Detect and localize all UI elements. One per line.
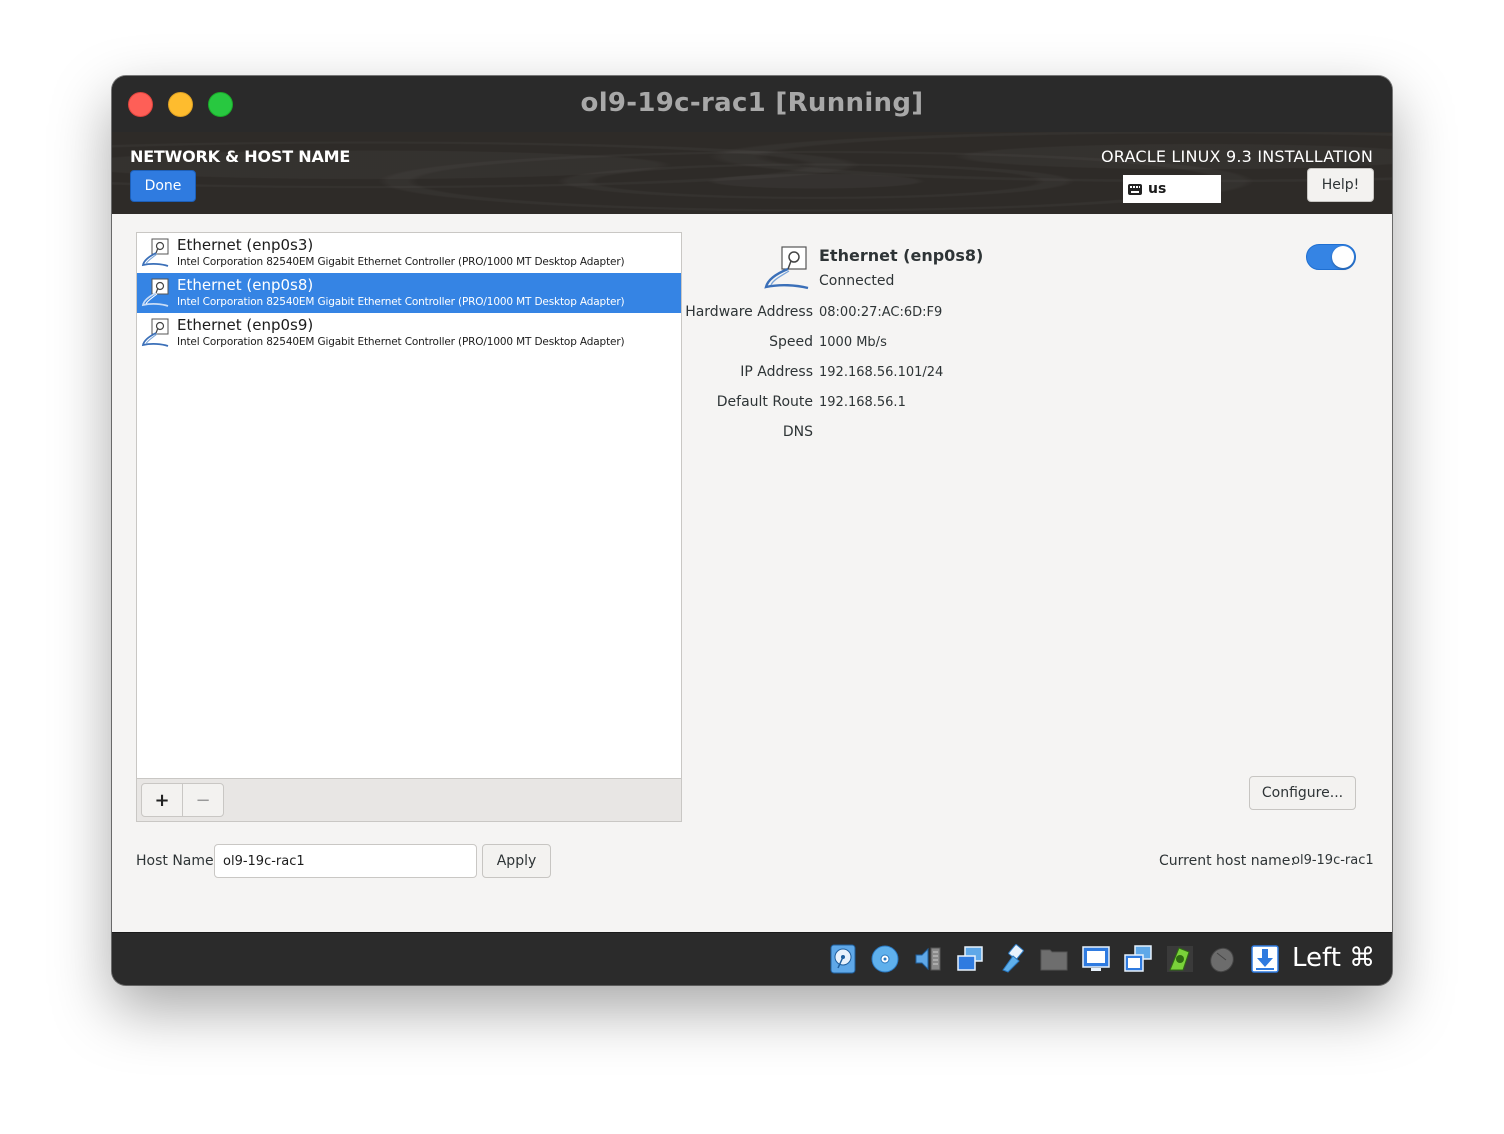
host-key-label: Left ⌘ bbox=[1292, 943, 1376, 973]
ethernet-icon bbox=[141, 238, 169, 267]
ethernet-icon bbox=[141, 278, 169, 307]
current-host-name-label: Current host name: bbox=[1159, 853, 1296, 869]
host-name-label: Host Name: bbox=[136, 853, 219, 869]
screen-capture-icon[interactable] bbox=[1123, 944, 1153, 974]
keyboard-layout-indicator[interactable]: us bbox=[1123, 175, 1221, 203]
current-host-name-value: ol9-19c-rac1 bbox=[1292, 853, 1374, 868]
ip-address-value: 192.168.56.101/24 bbox=[819, 365, 944, 380]
device-name: Ethernet (enp0s9) bbox=[177, 316, 314, 334]
device-row-enp0s3[interactable]: Ethernet (enp0s3) Intel Corporation 8254… bbox=[137, 233, 681, 273]
shared-folders-icon[interactable] bbox=[1039, 944, 1069, 974]
ip-address-label: IP Address bbox=[740, 364, 813, 380]
device-row-enp0s8[interactable]: Ethernet (enp0s8) Intel Corporation 8254… bbox=[137, 273, 681, 313]
device-name: Ethernet (enp0s8) bbox=[177, 276, 314, 294]
usb-icon[interactable] bbox=[997, 944, 1027, 974]
help-button[interactable]: Help! bbox=[1307, 168, 1374, 202]
display-icon[interactable] bbox=[1081, 944, 1111, 974]
device-description: Intel Corporation 82540EM Gigabit Ethern… bbox=[177, 296, 625, 308]
speed-label: Speed bbox=[769, 334, 813, 350]
connection-status: Connected bbox=[819, 273, 895, 289]
network-icon[interactable] bbox=[955, 944, 985, 974]
device-enable-toggle[interactable] bbox=[1306, 244, 1356, 270]
guest-additions-icon[interactable] bbox=[1165, 944, 1195, 974]
hardware-address-label: Hardware Address bbox=[685, 304, 813, 320]
remove-device-button[interactable]: − bbox=[182, 783, 224, 817]
product-title: ORACLE LINUX 9.3 INSTALLATION bbox=[1101, 147, 1373, 166]
download-arrow-icon[interactable] bbox=[1250, 944, 1280, 974]
vm-window: ol9-19c-rac1 [Running] NETWORK & HOST NA… bbox=[112, 76, 1392, 985]
keyboard-icon bbox=[1128, 183, 1142, 195]
device-description: Intel Corporation 82540EM Gigabit Ethern… bbox=[177, 336, 625, 348]
audio-icon[interactable] bbox=[913, 944, 943, 974]
keyboard-layout-label: us bbox=[1148, 181, 1167, 197]
configure-button[interactable]: Configure... bbox=[1249, 776, 1356, 810]
mouse-integration-icon[interactable] bbox=[1207, 944, 1237, 974]
done-button[interactable]: Done bbox=[130, 170, 196, 202]
toggle-knob bbox=[1332, 246, 1354, 268]
spoke-title: NETWORK & HOST NAME bbox=[130, 147, 351, 166]
ethernet-icon bbox=[764, 246, 809, 290]
network-spoke-content: Ethernet (enp0s3) Intel Corporation 8254… bbox=[112, 214, 1392, 932]
ethernet-icon bbox=[141, 318, 169, 347]
hard-disk-icon[interactable] bbox=[828, 944, 858, 974]
window-titlebar[interactable]: ol9-19c-rac1 [Running] bbox=[112, 76, 1392, 132]
hardware-address-value: 08:00:27:AC:6D:F9 bbox=[819, 305, 943, 320]
default-route-value: 192.168.56.1 bbox=[819, 395, 906, 410]
device-description: Intel Corporation 82540EM Gigabit Ethern… bbox=[177, 256, 625, 268]
device-list: Ethernet (enp0s3) Intel Corporation 8254… bbox=[136, 232, 682, 822]
device-row-enp0s9[interactable]: Ethernet (enp0s9) Intel Corporation 8254… bbox=[137, 313, 681, 353]
device-name: Ethernet (enp0s3) bbox=[177, 236, 314, 254]
optical-drive-icon[interactable] bbox=[870, 944, 900, 974]
dns-label: DNS bbox=[782, 424, 813, 440]
apply-button[interactable]: Apply bbox=[482, 844, 551, 878]
vm-status-bar: Left ⌘ bbox=[112, 932, 1392, 985]
window-title: ol9-19c-rac1 [Running] bbox=[580, 88, 924, 118]
host-name-input[interactable] bbox=[214, 844, 477, 878]
default-route-label: Default Route bbox=[716, 394, 813, 410]
speed-value: 1000 Mb/s bbox=[819, 335, 887, 350]
selected-device-name: Ethernet (enp0s8) bbox=[819, 246, 984, 265]
device-list-toolbar: + − bbox=[136, 778, 682, 822]
add-device-button[interactable]: + bbox=[141, 783, 183, 817]
